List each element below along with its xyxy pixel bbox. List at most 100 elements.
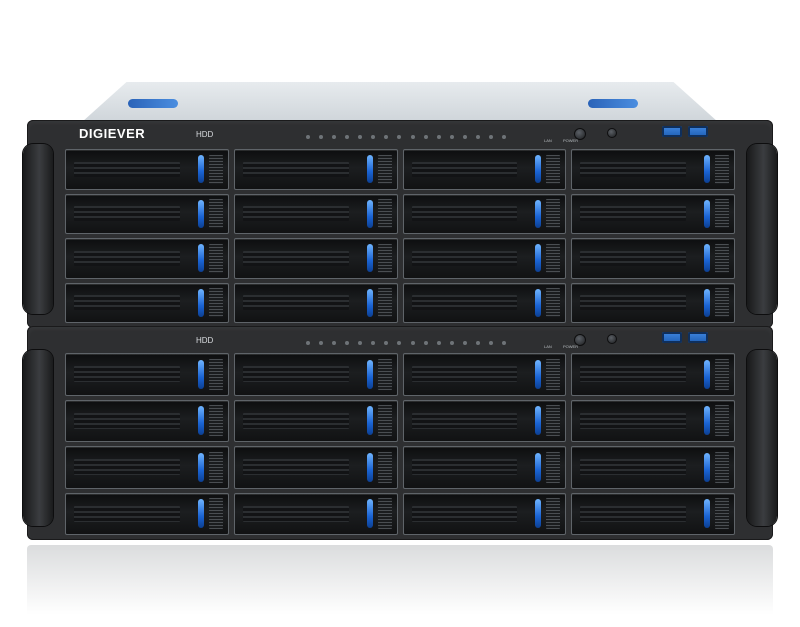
usb-port[interactable] [688,332,708,343]
drive-bay[interactable] [233,149,398,190]
latch-icon [704,452,710,482]
latch-icon [704,199,710,228]
drive-bay[interactable] [402,282,567,323]
grip-icon [546,451,561,483]
drive-bay[interactable] [65,492,229,535]
brand-logo: DIGIEVER [79,126,146,141]
front-panel: HDD LAN POWER [61,330,739,352]
lan-label: LAN [544,138,552,143]
hdd-led [397,135,402,139]
hdd-led [488,341,493,345]
grip-icon [208,358,223,390]
drive-bay[interactable] [233,193,398,234]
drive-bay[interactable] [402,193,567,234]
latch-icon [366,406,373,436]
front-panel: DIGIEVER HDD LAN POWER [61,124,739,146]
latch-icon [197,359,204,389]
hdd-led [449,341,454,345]
grip-icon [715,498,729,530]
grip-icon [715,451,729,483]
power-button[interactable] [574,334,586,346]
drive-bay[interactable] [571,149,735,190]
hdd-led [475,135,480,139]
top-chassis: DIGIEVER HDD LAN POWER [23,120,777,328]
grip-icon [208,451,223,483]
drive-bay[interactable] [571,353,735,396]
drive-bay[interactable] [571,282,735,323]
drive-bay[interactable] [65,238,229,279]
hdd-led [488,135,493,139]
usb-port[interactable] [662,126,682,137]
drive-bay[interactable] [402,492,567,535]
latch-icon [366,244,373,273]
reset-button[interactable] [607,334,617,344]
hdd-led [358,341,363,345]
drive-bay[interactable] [233,492,398,535]
hdd-led [462,135,467,139]
latch-icon [704,499,710,529]
drive-bay[interactable] [65,149,229,190]
hdd-led [397,341,402,345]
drive-bay[interactable] [402,399,567,442]
drive-bay-grid [65,353,735,535]
lid-tab-left [128,99,178,108]
hdd-led [332,341,337,345]
latch-icon [535,452,542,482]
grip-icon [715,243,729,273]
drive-bay[interactable] [233,399,398,442]
latch-icon [535,499,542,529]
grip-icon [546,243,561,273]
drive-bay[interactable] [65,282,229,323]
latch-icon [535,199,542,228]
right-handle [747,350,777,526]
drive-bay[interactable] [571,193,735,234]
latch-icon [197,155,204,184]
latch-icon [704,359,710,389]
drive-bay[interactable] [233,446,398,489]
grip-icon [208,405,223,437]
drive-bay[interactable] [571,399,735,442]
drive-bay[interactable] [233,353,398,396]
grip-icon [715,288,729,318]
hdd-led [436,135,441,139]
grip-icon [377,154,392,184]
grip-icon [208,498,223,530]
hdd-led [319,135,324,139]
drive-bay[interactable] [65,446,229,489]
grip-icon [715,405,729,437]
drive-bay[interactable] [65,399,229,442]
drive-bay[interactable] [402,446,567,489]
grip-icon [546,498,561,530]
hdd-label: HDD [196,336,214,345]
reset-button[interactable] [607,128,617,138]
drive-bay[interactable] [402,353,567,396]
latch-icon [197,499,204,529]
latch-icon [366,288,373,317]
hdd-led [410,341,415,345]
drive-bay[interactable] [402,238,567,279]
latch-icon [366,499,373,529]
grip-icon [377,451,392,483]
latch-icon [197,452,204,482]
drive-bay[interactable] [571,238,735,279]
grip-icon [208,243,223,273]
hdd-led [384,135,389,139]
hdd-led [436,341,441,345]
drive-bay[interactable] [571,492,735,535]
drive-bay[interactable] [65,353,229,396]
drive-bay[interactable] [233,238,398,279]
usb-port[interactable] [688,126,708,137]
grip-icon [377,358,392,390]
hdd-led [306,135,310,139]
hdd-led [501,341,506,345]
hdd-led [306,341,310,345]
drive-bay[interactable] [65,193,229,234]
power-button[interactable] [574,128,586,140]
hdd-led [332,135,337,139]
drive-bay[interactable] [402,149,567,190]
usb-port[interactable] [662,332,682,343]
grip-icon [546,154,561,184]
drive-bay[interactable] [233,282,398,323]
left-handle [23,144,53,314]
drive-bay[interactable] [571,446,735,489]
